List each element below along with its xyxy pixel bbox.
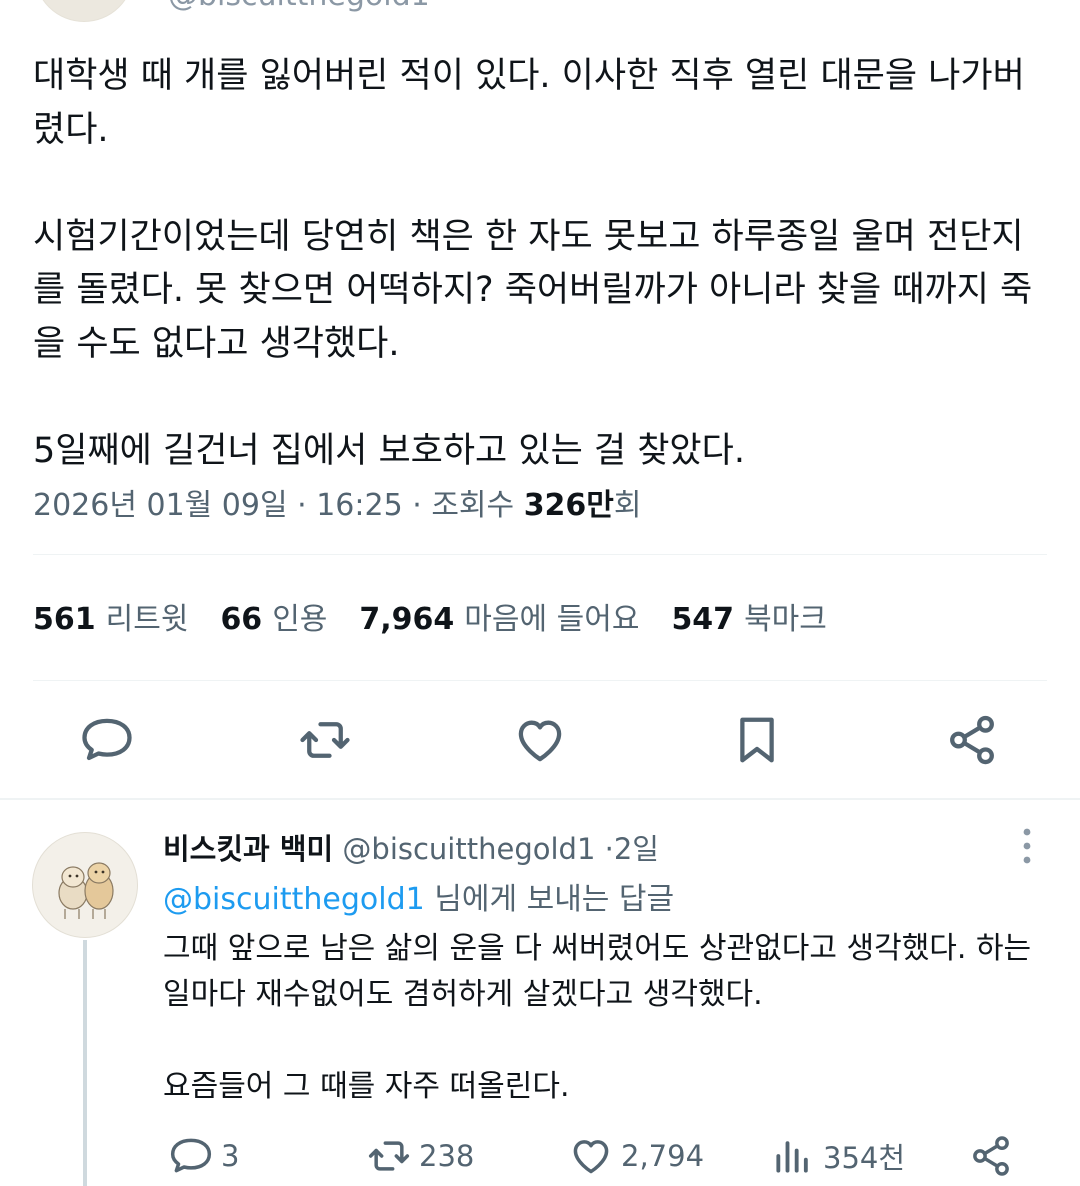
thread-line xyxy=(83,940,87,1186)
divider xyxy=(33,680,1047,681)
bookmark-button[interactable] xyxy=(727,710,787,770)
reply-timestamp[interactable]: 2일 xyxy=(614,832,659,866)
analytics-icon xyxy=(776,1141,808,1173)
bookmarks-stat[interactable]: 547 북마크 xyxy=(671,594,826,638)
heart-icon xyxy=(573,1140,609,1174)
meta-separator: · xyxy=(297,488,307,523)
reply-retweets-count: 238 xyxy=(419,1139,475,1173)
more-options-button[interactable] xyxy=(1012,826,1042,866)
likes-stat[interactable]: 7,964 마음에 들어요 xyxy=(359,594,639,638)
reply-reply-button[interactable]: 3 xyxy=(169,1128,239,1184)
section-divider xyxy=(0,798,1080,800)
share-button[interactable] xyxy=(942,710,1002,770)
heart-icon xyxy=(518,720,562,762)
tweet-time[interactable]: 16:25 xyxy=(316,488,402,523)
tweet-paragraph: 대학생 때 개를 잃어버린 적이 있다. 이사한 직후 열린 대문을 나가버렸다… xyxy=(33,56,1025,150)
reply-icon xyxy=(170,1138,212,1173)
share-icon xyxy=(950,715,994,765)
reply-share-button[interactable] xyxy=(969,1128,1013,1184)
retweets-count: 561 xyxy=(33,602,96,637)
engagement-stats: 561 리트윗 66 인용 7,964 마음에 들어요 547 북마크 xyxy=(33,594,827,638)
author-handle[interactable]: @biscuitthegold1 xyxy=(168,0,430,13)
reply-text: 그때 앞으로 남은 삶의 운을 다 써버렸어도 상관없다고 생각했다. 하는 일… xyxy=(163,926,1043,1110)
author-avatar[interactable] xyxy=(34,0,134,22)
reply-likes-count: 2,794 xyxy=(621,1139,705,1173)
reply-button[interactable] xyxy=(77,710,137,770)
dog-avatar-icon xyxy=(58,862,114,919)
tweet-paragraph: 5일째에 길건너 집에서 보호하고 있는 걸 찾았다. xyxy=(33,430,745,471)
reply-views-button[interactable]: 354천 xyxy=(771,1128,905,1184)
reply-replies-count: 3 xyxy=(221,1139,240,1173)
reply-action-bar: 3 238 2,794 354천 xyxy=(163,1128,1043,1184)
retweet-icon xyxy=(300,722,350,758)
reply-like-button[interactable]: 2,794 xyxy=(569,1128,704,1184)
reply-to-label: 님에게 보내는 답글 xyxy=(424,882,675,917)
quotes-stat[interactable]: 66 인용 xyxy=(220,594,327,638)
meta-separator: · xyxy=(412,488,422,523)
retweets-stat[interactable]: 561 리트윗 xyxy=(33,594,188,638)
quotes-count: 66 xyxy=(220,602,263,637)
retweet-icon xyxy=(368,1141,410,1171)
reply-icon xyxy=(82,718,132,761)
tweet-paragraph: 시험기간이었는데 당연히 책은 한 자도 못보고 하루종일 울며 전단지를 돌렸… xyxy=(33,216,1033,364)
reply-views-count: 354천 xyxy=(823,1141,906,1175)
reply-author-handle[interactable]: @biscuitthegold1 xyxy=(342,832,595,866)
bookmarks-label: 북마크 xyxy=(744,602,827,637)
reply-retweet-button[interactable]: 238 xyxy=(367,1128,474,1184)
reply-header: 비스킷과 백미 @biscuitthegold1 ·2일 xyxy=(163,826,659,868)
like-button[interactable] xyxy=(510,710,570,770)
divider xyxy=(33,554,1047,555)
views-label: 조회수 xyxy=(431,488,515,523)
bookmark-icon xyxy=(740,717,774,763)
likes-count: 7,964 xyxy=(359,602,455,637)
reply-paragraph: 요즘들어 그 때를 자주 떠올린다. xyxy=(163,1069,570,1104)
likes-label: 마음에 들어요 xyxy=(464,602,640,637)
reply-separator: · xyxy=(604,832,614,866)
more-vertical-icon xyxy=(1023,828,1031,864)
reply-paragraph: 그때 앞으로 남은 삶의 운을 다 써버렸어도 상관없다고 생각했다. 하는 일… xyxy=(163,931,1032,1012)
reply-avatar[interactable] xyxy=(32,832,138,938)
share-icon xyxy=(973,1136,1009,1176)
retweets-label: 리트윗 xyxy=(105,602,189,637)
views-count: 326만 xyxy=(523,488,614,523)
reply-to-mention[interactable]: @biscuitthegold1 xyxy=(163,882,425,917)
retweet-button[interactable] xyxy=(295,710,355,770)
replying-to: @biscuitthegold1 님에게 보내는 답글 xyxy=(163,874,674,918)
quotes-label: 인용 xyxy=(272,602,328,637)
views-suffix: 회 xyxy=(613,488,642,523)
tweet-text: 대학생 때 개를 잃어버린 적이 있다. 이사한 직후 열린 대문을 나가버렸다… xyxy=(33,50,1043,478)
reply-author-name[interactable]: 비스킷과 백미 xyxy=(163,832,333,866)
bookmarks-count: 547 xyxy=(671,602,735,637)
tweet-meta: 2026년 01월 09일 · 16:25 · 조회수 326만회 xyxy=(33,480,642,524)
tweet-action-bar xyxy=(0,700,1080,780)
tweet-date[interactable]: 2026년 01월 09일 xyxy=(33,488,288,523)
